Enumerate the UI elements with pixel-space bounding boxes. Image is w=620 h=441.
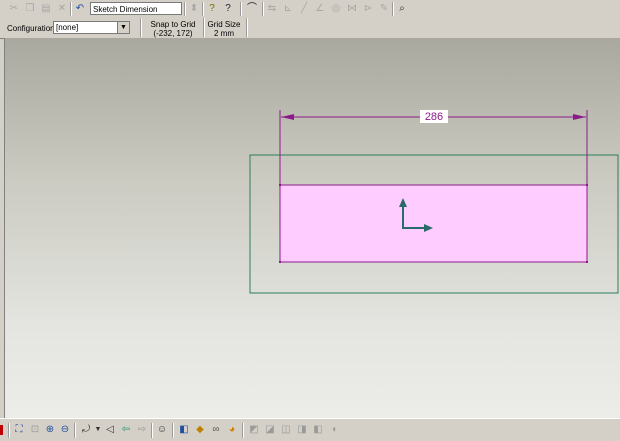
command-field[interactable]: Sketch Dimension bbox=[90, 2, 182, 15]
zoom-in-icon[interactable]: ⊕ bbox=[44, 424, 56, 436]
configuration-label: Configuration: bbox=[7, 24, 57, 33]
perpendicular-icon[interactable]: ⊾ bbox=[282, 3, 294, 15]
constraint-icon[interactable]: ⋈ bbox=[346, 3, 358, 15]
zoom-window-icon[interactable]: ⊡ bbox=[29, 424, 41, 436]
pencil-icon[interactable]: ✎ bbox=[378, 3, 390, 15]
zoom-out-icon[interactable]: ⊖ bbox=[59, 424, 71, 436]
toolbar-separator bbox=[246, 18, 248, 37]
configuration-value: [none] bbox=[56, 23, 79, 32]
undo-icon[interactable]: ↶ bbox=[74, 3, 86, 15]
dimension-arrow-right bbox=[573, 114, 586, 120]
dimension-arrow-left bbox=[281, 114, 294, 120]
toolbar-separator bbox=[240, 2, 242, 16]
toolbar-separator bbox=[74, 423, 76, 438]
circle-icon[interactable]: ◎ bbox=[330, 3, 342, 15]
toolbar-separator bbox=[242, 423, 244, 438]
transform-icon[interactable]: ⬍ bbox=[188, 3, 200, 15]
grid-value: 2 mm bbox=[214, 29, 234, 38]
chevron-down-icon[interactable]: ▼ bbox=[92, 424, 104, 436]
render-icon[interactable]: ◆ bbox=[194, 424, 206, 436]
grid-label: Grid Size bbox=[207, 20, 241, 29]
status-indicator bbox=[0, 425, 3, 435]
main-toolbar: ✂ ❐ ▤ ✕ ↶ Sketch Dimension ⬍ ? ? ⌒ ⇆ ⊾ ╱… bbox=[0, 0, 620, 19]
vertex-point[interactable] bbox=[279, 261, 281, 263]
line-icon[interactable]: ╱ bbox=[298, 3, 310, 15]
rotate-view-icon[interactable]: ⤾ bbox=[80, 424, 92, 436]
mirror-icon[interactable]: ⊳ bbox=[362, 3, 374, 15]
arc-tool-icon[interactable]: ⌒ bbox=[246, 3, 258, 15]
forward-arrow-icon[interactable]: ⇨ bbox=[136, 424, 148, 436]
view-dimetric-icon[interactable]: ◧ bbox=[312, 424, 324, 436]
toolbar-separator bbox=[202, 2, 204, 16]
view-iso-icon[interactable]: ◨ bbox=[296, 424, 308, 436]
view-front-icon[interactable]: ◩ bbox=[248, 424, 260, 436]
dimension-value[interactable]: 286 bbox=[425, 111, 443, 123]
sketch-canvas[interactable]: 286 bbox=[4, 38, 620, 418]
angle-icon[interactable]: ∠ bbox=[314, 3, 326, 15]
vertex-point[interactable] bbox=[586, 261, 588, 263]
context-help-icon[interactable]: ? bbox=[222, 3, 234, 15]
view-toolbar: ⛶ ⊡ ⊕ ⊖ ⤾ ▼ ◁ ⇦ ⇨ ☺ ◧ ◆ ∞ ◕ ◩ ◪ ◫ ◨ ◧ ◖ bbox=[0, 418, 620, 441]
toolbar-separator bbox=[151, 423, 153, 438]
toolbar-separator bbox=[262, 2, 264, 16]
view-trimetric-icon[interactable]: ◖ bbox=[328, 424, 340, 436]
view-right-icon[interactable]: ◫ bbox=[280, 424, 292, 436]
zoom-icon[interactable]: ⌕ bbox=[396, 3, 408, 15]
cut-icon[interactable]: ✂ bbox=[8, 3, 20, 15]
copy-icon[interactable]: ❐ bbox=[24, 3, 36, 15]
help-icon[interactable]: ? bbox=[206, 3, 218, 15]
paste-icon[interactable]: ▤ bbox=[40, 3, 52, 15]
toolbar-separator bbox=[8, 423, 10, 438]
toolbar-separator bbox=[172, 423, 174, 438]
view-top-icon[interactable]: ◪ bbox=[264, 424, 276, 436]
smiley-icon[interactable]: ☺ bbox=[156, 424, 168, 436]
grid-size: Grid Size 2 mm bbox=[205, 20, 243, 40]
toolbar-separator bbox=[70, 2, 72, 16]
configuration-select[interactable]: [none] ▼ bbox=[53, 21, 130, 34]
snap-to-grid: Snap to Grid (-232, 172) bbox=[145, 20, 201, 40]
previous-view-icon[interactable]: ◁ bbox=[104, 424, 116, 436]
zoom-fit-icon[interactable]: ⛶ bbox=[13, 424, 25, 436]
snap-coords: (-232, 172) bbox=[153, 29, 193, 38]
delete-icon[interactable]: ✕ bbox=[56, 3, 68, 15]
glasses-icon[interactable]: ∞ bbox=[210, 424, 222, 436]
toolbar-separator bbox=[392, 2, 394, 16]
snap-label: Snap to Grid bbox=[150, 20, 196, 29]
shaded-view-icon[interactable]: ◧ bbox=[178, 424, 190, 436]
sketch-svg: 286 bbox=[249, 110, 619, 294]
chevron-down-icon[interactable]: ▼ bbox=[117, 22, 129, 33]
toolbar-separator bbox=[140, 18, 142, 37]
toolbar-separator bbox=[184, 2, 186, 16]
back-arrow-icon[interactable]: ⇦ bbox=[120, 424, 132, 436]
move-icon[interactable]: ⇆ bbox=[266, 3, 278, 15]
material-icon[interactable]: ◕ bbox=[226, 424, 238, 436]
sketch-profile[interactable] bbox=[279, 184, 588, 263]
